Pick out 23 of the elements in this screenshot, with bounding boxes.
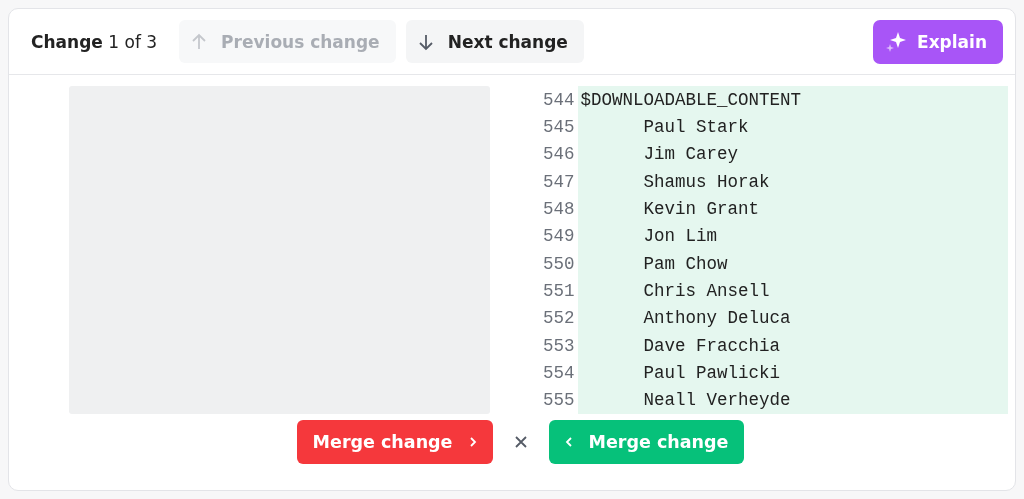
close-icon[interactable]: [514, 436, 527, 448]
line-number: 554: [542, 363, 576, 384]
change-counter: Change 1 of 3: [31, 31, 158, 52]
line-number: 544: [542, 89, 576, 110]
line-number: 545: [542, 117, 576, 137]
line-number: 552: [542, 308, 576, 329]
line-number: 555: [542, 390, 576, 411]
line-number: 549: [542, 226, 576, 247]
chevron-left-icon: [564, 436, 573, 448]
line-number: 551: [542, 281, 576, 302]
line-number: 550: [542, 253, 576, 274]
next-change-button[interactable]: Next change: [405, 20, 584, 63]
sparkle-icon: [885, 30, 907, 53]
line-number: 547: [542, 171, 576, 192]
merge-change-button[interactable]: Merge change: [296, 420, 493, 464]
line-number: 553: [542, 335, 576, 356]
line-number: 546: [542, 144, 576, 165]
line-number: 548: [542, 199, 576, 220]
arrow-up-icon: [191, 32, 208, 51]
chevron-right-icon: [468, 436, 477, 448]
merge-change-button[interactable]: Merge change: [548, 420, 745, 464]
explain-button[interactable]: Explain: [873, 19, 1003, 64]
arrow-down-icon: [417, 32, 434, 51]
